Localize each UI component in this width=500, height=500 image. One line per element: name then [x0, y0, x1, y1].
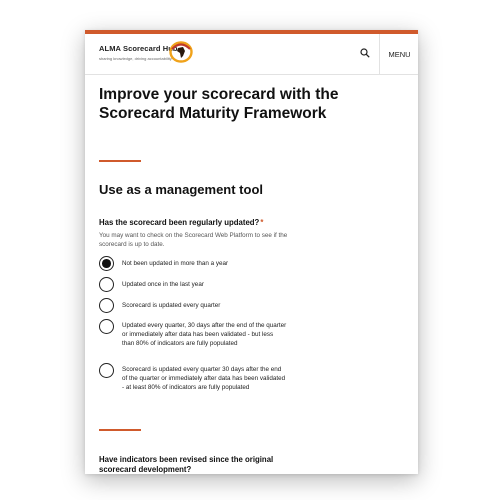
radio-option-label: Not been updated in more than a year [122, 260, 229, 267]
logo-title: ALMA Scorecard Hub [99, 44, 178, 53]
search-button[interactable] [355, 43, 375, 63]
radio-option-label: Scorecard is updated every quarter [122, 302, 221, 309]
question-1-text: Has the scorecard been regularly updated… [99, 218, 260, 227]
logo-tagline: sharing knowledge, driving accountabilit… [99, 56, 172, 61]
logo-mark-icon [169, 41, 193, 63]
radio-option-label: Updated once in the last year [122, 281, 204, 288]
question-1-hint: You may want to check on the Scorecard W… [99, 232, 288, 248]
question-2-label: Have indicators been revised since the o… [99, 455, 274, 474]
logo[interactable]: ALMA Scorecard Hub sharing knowledge, dr… [99, 44, 178, 61]
radio-button[interactable] [99, 256, 114, 271]
page-title: Improve your scorecard with the Scorecar… [99, 86, 339, 122]
title-accent-line [99, 160, 141, 162]
question-1-label: Has the scorecard been regularly updated… [99, 218, 263, 227]
radio-button[interactable] [99, 363, 114, 378]
radio-option-label: Updated every quarter, 30 days after the… [122, 322, 287, 348]
section-title: Use as a management tool [99, 182, 263, 197]
menu-button[interactable]: MENU [381, 34, 418, 74]
search-icon [360, 48, 370, 58]
radio-button[interactable] [99, 298, 114, 313]
site-header: ALMA Scorecard Hub sharing knowledge, dr… [85, 34, 418, 75]
page-card: ALMA Scorecard Hub sharing knowledge, dr… [85, 30, 418, 474]
radio-button[interactable] [99, 277, 114, 292]
section-accent-line [99, 429, 141, 431]
radio-button[interactable] [99, 319, 114, 334]
radio-option-label: Scorecard is updated every quarter 30 da… [122, 366, 286, 392]
header-divider [379, 34, 380, 74]
required-mark: * [260, 218, 264, 227]
